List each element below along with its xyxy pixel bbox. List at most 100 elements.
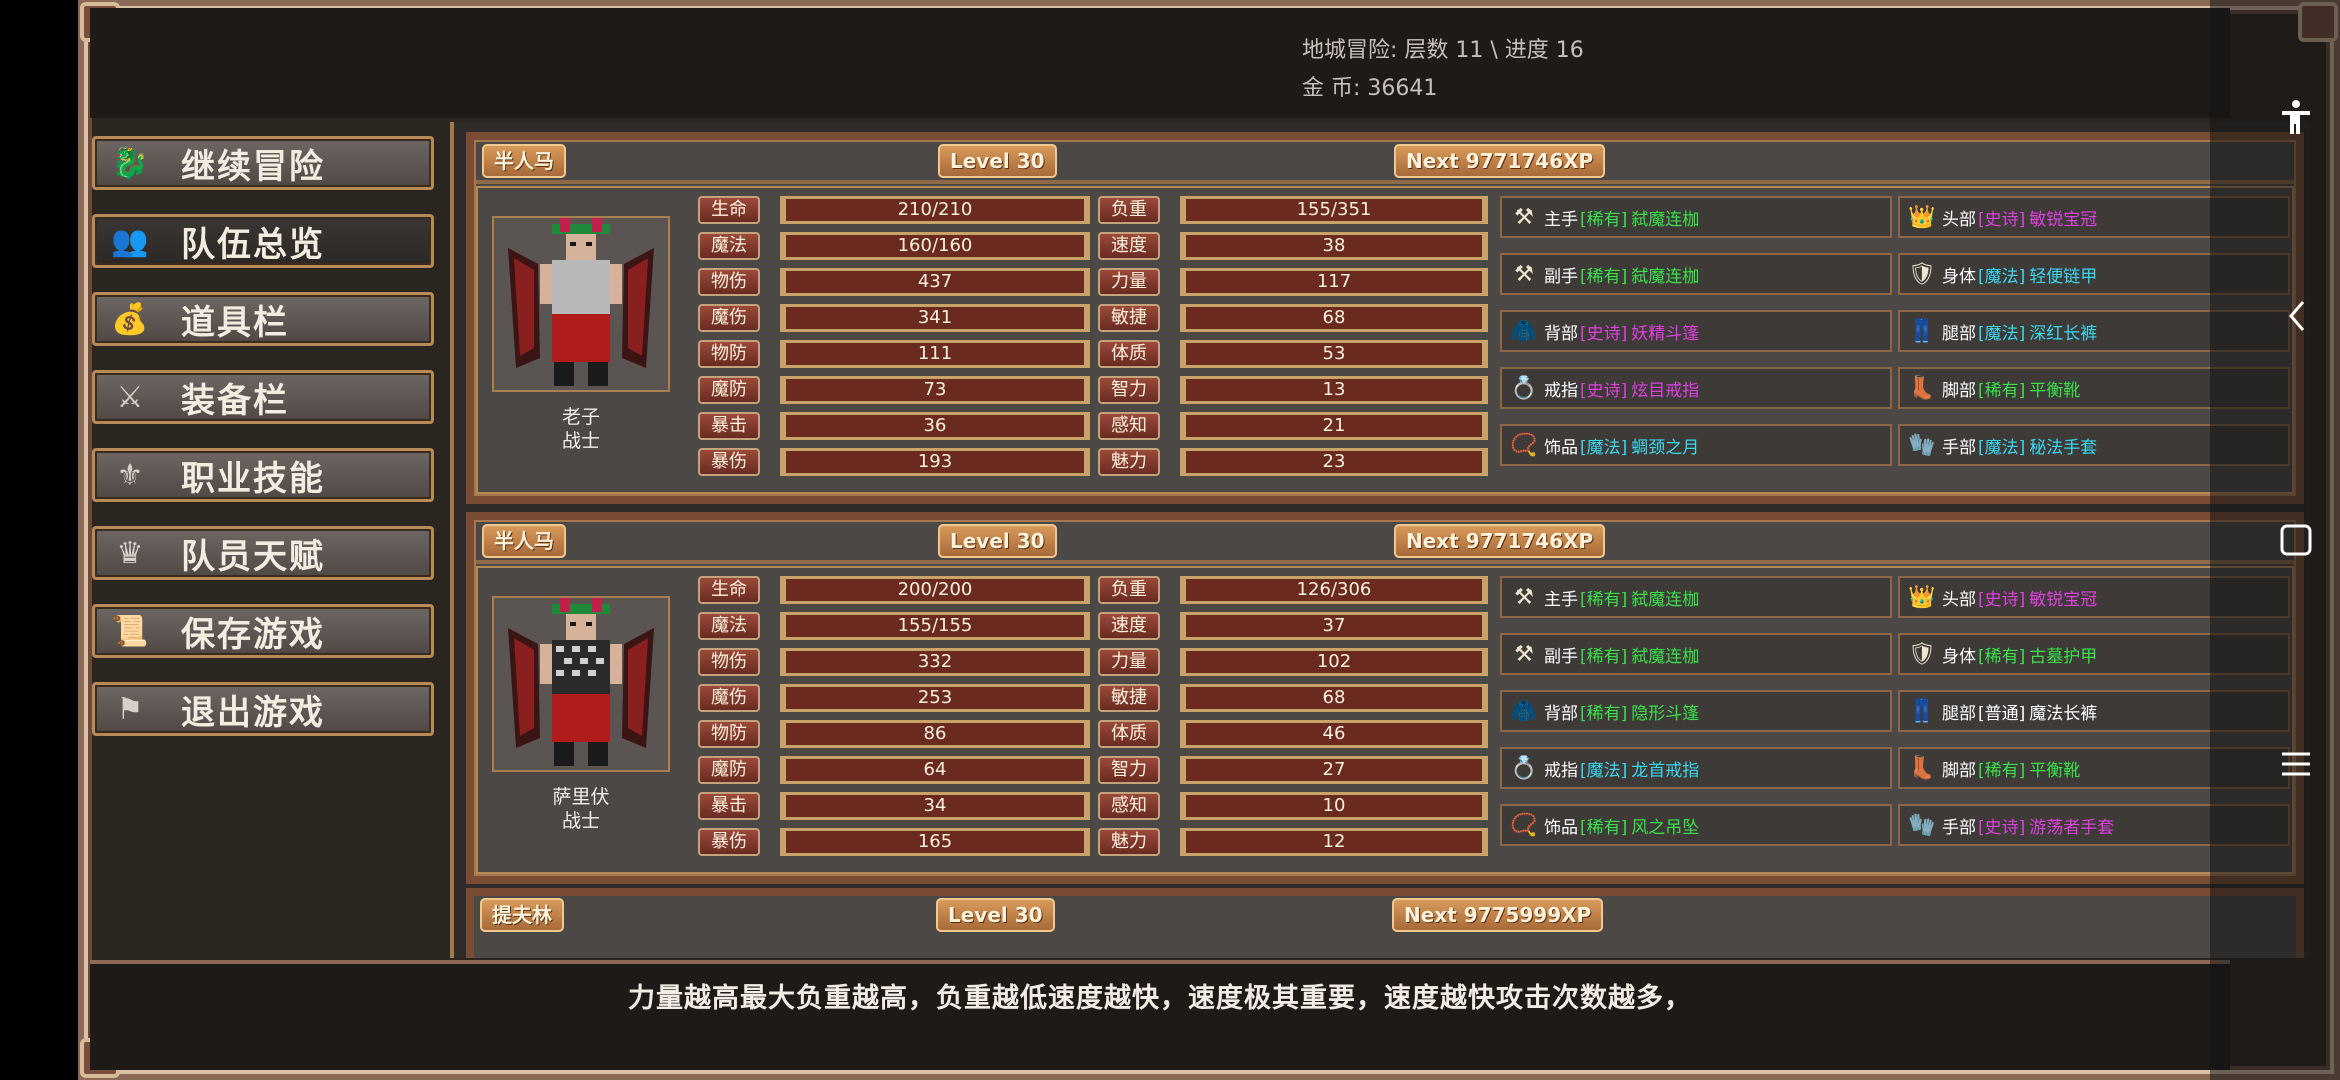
equip-slot-part: 背部	[1544, 703, 1578, 724]
menu-member-talents[interactable]: ♛ 队员天赋	[92, 526, 434, 580]
flail-icon: ⚒	[1514, 204, 1534, 230]
menu-inventory[interactable]: 💰 道具栏	[92, 292, 434, 346]
stat-value-bar: 68	[1180, 304, 1488, 332]
gloves-icon: 🧤	[1908, 432, 1936, 458]
winged-sword-icon: ⚜	[116, 457, 144, 493]
equip-slot-part: 腿部	[1942, 703, 1976, 724]
stat-value-bar: 126/306	[1180, 576, 1488, 604]
equip-slot[interactable]: ⚒ 副手 [稀有] 弑魔连枷	[1500, 633, 1892, 675]
equip-slot[interactable]: 📿 饰品 [魔法] 蜩颈之月	[1500, 424, 1892, 466]
equip-slot-part: 戒指	[1544, 380, 1578, 401]
equip-rarity: [稀有]	[1580, 817, 1628, 838]
equip-slot[interactable]: ⚒ 主手 [稀有] 弑魔连枷	[1500, 196, 1892, 238]
level-badge: Level 30	[936, 898, 1055, 932]
menu-label: 退出游戏	[181, 692, 325, 733]
amulet-icon: 📿	[1510, 432, 1538, 458]
equip-slot[interactable]: 📿 饰品 [稀有] 风之吊坠	[1500, 804, 1892, 846]
stat-label: 魔法	[698, 612, 760, 640]
equip-slot-part: 主手	[1544, 209, 1578, 230]
equip-slot[interactable]: ⚒ 副手 [稀有] 弑魔连枷	[1500, 253, 1892, 295]
menu-label: 队员天赋	[181, 536, 325, 577]
equip-item-name: 妖精斗篷	[1631, 323, 1700, 344]
character-portrait[interactable]	[492, 216, 670, 392]
menu-continue-adventure[interactable]: 🐉 继续冒险	[92, 136, 434, 190]
equip-rarity: [稀有]	[1580, 589, 1628, 610]
stat-label: 负重	[1098, 576, 1160, 604]
menu-label: 职业技能	[181, 458, 325, 499]
equip-rarity: [稀有]	[1978, 760, 2026, 781]
header-divider	[476, 560, 2294, 564]
menu-party-overview[interactable]: 👥 队伍总览	[92, 214, 434, 268]
equip-slot[interactable]: 🧥 背部 [稀有] 隐形斗篷	[1500, 690, 1892, 732]
side-menu: 🐉 继续冒险 👥 队伍总览 💰 道具栏 ⚔ 装备栏 ⚜ 职业技能 ♛ 队员天赋 …	[92, 136, 434, 760]
pants-icon: 👖	[1908, 698, 1936, 724]
stat-value-bar: 68	[1180, 684, 1488, 712]
stat-value-bar: 21	[1180, 412, 1488, 440]
equip-rarity: [魔法]	[1978, 266, 2026, 287]
character-name: 萨里伏	[552, 786, 610, 808]
equip-rarity: [史诗]	[1978, 589, 2026, 610]
equip-item-name: 弑魔连枷	[1631, 266, 1700, 287]
menu-lines-icon[interactable]	[2274, 742, 2318, 786]
character-details: 老子 战士 生命 210/210 魔法 160/160 物伤 437 魔伤 341 物防 111 魔防 7…	[476, 186, 2294, 494]
dungeon-progress: 地城冒险: 层数 11 \ 进度 16	[1302, 38, 1584, 63]
equip-item-name: 深红长裤	[2029, 323, 2098, 344]
equip-slot[interactable]: 💍 戒指 [魔法] 龙首戒指	[1500, 747, 1892, 789]
stat-value-bar: 341	[780, 304, 1090, 332]
equip-rarity: [魔法]	[1978, 323, 2026, 344]
character-card-2[interactable]: 半人马 Level 30 Next 9771746XP 萨里伏 战士 生命 20…	[466, 512, 2304, 884]
character-card-3[interactable]: 提夫林 Level 30 Next 9775999XP	[466, 888, 2304, 958]
menu-save-game[interactable]: 📜 保存游戏	[92, 604, 434, 658]
equip-slot-part: 脚部	[1942, 760, 1976, 781]
cloak-icon: 🧥	[1510, 318, 1538, 344]
equip-item-name: 游荡者手套	[2029, 817, 2115, 838]
home-square-icon[interactable]	[2274, 518, 2318, 562]
stat-label: 暴击	[698, 412, 760, 440]
equip-item-name: 炫目戒指	[1631, 380, 1700, 401]
menu-equipment[interactable]: ⚔ 装备栏	[92, 370, 434, 424]
equip-rarity: [史诗]	[1978, 209, 2026, 230]
stat-value-bar: 155/351	[1180, 196, 1488, 224]
top-header: 地城冒险: 层数 11 \ 进度 16 金 币: 36641	[90, 8, 2230, 118]
menu-class-skills[interactable]: ⚜ 职业技能	[92, 448, 434, 502]
flail-icon: ⚒	[1514, 261, 1534, 287]
equip-item-name: 隐形斗篷	[1631, 703, 1700, 724]
race-badge: 半人马	[482, 144, 566, 178]
ring-icon: 💍	[1510, 755, 1538, 781]
race-badge: 半人马	[482, 524, 566, 558]
stat-value-bar: 200/200	[780, 576, 1090, 604]
equip-rarity: [魔法]	[1580, 437, 1628, 458]
stat-value-bar: 102	[1180, 648, 1488, 676]
equip-slot[interactable]: 💍 戒指 [史诗] 炫目戒指	[1500, 367, 1892, 409]
system-nav-overlay	[2210, 0, 2340, 1080]
equip-slot-part: 手部	[1942, 817, 1976, 838]
stat-value-bar: 53	[1180, 340, 1488, 368]
menu-exit-game[interactable]: ⚑ 退出游戏	[92, 682, 434, 736]
stat-label: 感知	[1098, 412, 1160, 440]
stat-value-bar: 36	[780, 412, 1090, 440]
pants-icon: 👖	[1908, 318, 1936, 344]
equip-rarity: [史诗]	[1978, 817, 2026, 838]
next-xp-badge: Next 9771746XP	[1394, 144, 1606, 178]
equip-rarity: [史诗]	[1580, 323, 1628, 344]
equip-slot[interactable]: 🧥 背部 [史诗] 妖精斗篷	[1500, 310, 1892, 352]
equip-slot[interactable]: ⚒ 主手 [稀有] 弑魔连枷	[1500, 576, 1892, 618]
stat-value-bar: 37	[1180, 612, 1488, 640]
back-chevron-icon[interactable]	[2274, 294, 2318, 338]
equip-item-name: 轻便链甲	[2029, 266, 2098, 287]
party-overview-panel[interactable]: 半人马 Level 30 Next 9771746XP 老子 战士 生命 210…	[450, 122, 2310, 958]
accessibility-icon[interactable]	[2274, 96, 2318, 140]
stat-label: 速度	[1098, 612, 1160, 640]
stat-value-bar: 253	[780, 684, 1090, 712]
stat-label: 负重	[1098, 196, 1160, 224]
stat-label: 物防	[698, 340, 760, 368]
bag-icon: 💰	[111, 301, 149, 337]
stat-label: 魔法	[698, 232, 760, 260]
equip-rarity: [稀有]	[1978, 380, 2026, 401]
character-portrait[interactable]	[492, 596, 670, 772]
tip-bar: 力量越高最大负重越高，负重越低速度越快，速度极其重要，速度越快攻击次数越多，	[90, 960, 2230, 1070]
menu-label: 队伍总览	[181, 224, 325, 265]
crown-icon: 👑	[1908, 204, 1936, 230]
character-card-1[interactable]: 半人马 Level 30 Next 9771746XP 老子 战士 生命 210…	[466, 132, 2304, 504]
stat-label: 力量	[1098, 268, 1160, 296]
